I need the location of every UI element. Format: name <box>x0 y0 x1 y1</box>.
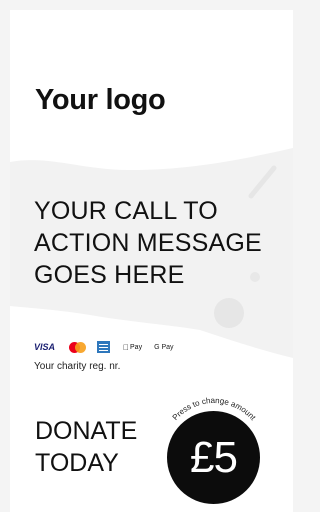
amount-button[interactable]: £5 <box>167 411 260 504</box>
call-to-action-message: YOUR CALL TO ACTION MESSAGE GOES HERE <box>34 195 284 291</box>
logo-text: Your logo <box>35 84 166 116</box>
google-pay-icon: G Pay <box>148 343 173 351</box>
cta-line: GOES HERE <box>34 261 185 289</box>
charity-reg-number: Your charity reg. nr. <box>34 361 121 372</box>
donate-line: DONATE <box>35 417 138 445</box>
payment-methods: VISA Pay G Pay <box>34 340 174 354</box>
donate-line: TODAY <box>35 449 119 477</box>
cta-line: ACTION MESSAGE <box>34 229 262 257</box>
donation-card: Your logo YOUR CALL TO ACTION MESSAGE GO… <box>10 10 293 512</box>
amount-control[interactable]: Press to change amount £5 <box>158 393 270 505</box>
visa-icon: VISA <box>34 342 56 352</box>
donate-today-text: DONATE TODAY <box>35 415 137 479</box>
apple-pay-icon: Pay <box>123 343 142 352</box>
cta-line: YOUR CALL TO <box>34 197 218 225</box>
mastercard-icon <box>69 341 87 353</box>
amex-icon <box>97 341 111 353</box>
